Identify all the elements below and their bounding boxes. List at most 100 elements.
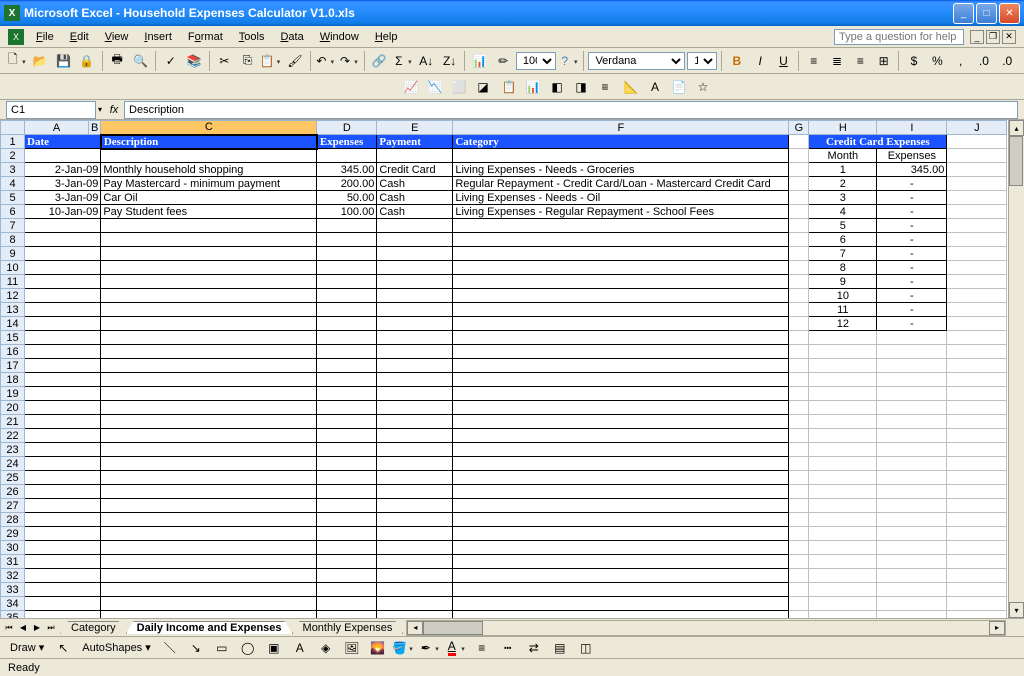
cell[interactable] <box>453 415 789 429</box>
cell[interactable] <box>789 583 809 597</box>
hyperlink-button[interactable]: 🔗 <box>369 50 390 72</box>
cell[interactable] <box>317 485 377 499</box>
cell[interactable] <box>947 401 1007 415</box>
cell-cat[interactable]: Living Expenses - Needs - Groceries <box>453 163 789 177</box>
cell[interactable] <box>25 401 101 415</box>
cell[interactable] <box>377 611 453 619</box>
cell[interactable] <box>453 345 789 359</box>
cell[interactable] <box>809 485 877 499</box>
cell[interactable] <box>947 233 1007 247</box>
cell[interactable] <box>317 527 377 541</box>
cell[interactable] <box>317 219 377 233</box>
col-header-I[interactable]: I <box>877 121 947 135</box>
cell[interactable] <box>789 499 809 513</box>
cell[interactable] <box>377 527 453 541</box>
cell[interactable] <box>789 555 809 569</box>
cell[interactable] <box>877 583 947 597</box>
cell[interactable] <box>317 233 377 247</box>
cell[interactable] <box>377 261 453 275</box>
side-month[interactable]: 7 <box>809 247 877 261</box>
cell[interactable] <box>809 597 877 611</box>
cell[interactable] <box>377 541 453 555</box>
cell[interactable] <box>877 387 947 401</box>
cell[interactable] <box>25 485 101 499</box>
cell[interactable] <box>377 331 453 345</box>
cell[interactable] <box>317 247 377 261</box>
cell[interactable] <box>947 387 1007 401</box>
cell[interactable] <box>101 275 317 289</box>
formula-bar[interactable]: Description <box>124 101 1018 119</box>
cell-pay[interactable]: Cash <box>377 205 453 219</box>
cell[interactable] <box>947 303 1007 317</box>
cell-date[interactable]: 3-Jan-09 <box>25 177 101 191</box>
cell-cat[interactable]: Living Expenses - Needs - Oil <box>453 191 789 205</box>
cell[interactable] <box>25 527 101 541</box>
currency-button[interactable]: $ <box>903 50 924 72</box>
cell[interactable] <box>377 429 453 443</box>
tool-icon-9[interactable]: ≡ <box>594 76 616 98</box>
side-value[interactable]: - <box>877 317 947 331</box>
new-button[interactable]: 🗋 <box>6 50 28 72</box>
cell[interactable] <box>789 247 809 261</box>
side-month[interactable]: 4 <box>809 205 877 219</box>
help-search-input[interactable] <box>834 29 964 45</box>
cell[interactable] <box>377 415 453 429</box>
cell[interactable] <box>101 513 317 527</box>
cell[interactable] <box>25 513 101 527</box>
cell[interactable] <box>877 485 947 499</box>
cell[interactable] <box>789 135 809 149</box>
copy-button[interactable]: ⎘ <box>237 50 258 72</box>
cell[interactable] <box>377 555 453 569</box>
cell[interactable] <box>947 485 1007 499</box>
cell[interactable] <box>947 499 1007 513</box>
sheet-tab[interactable]: Daily Income and Expenses <box>126 621 293 634</box>
scroll-up-icon[interactable]: ▴ <box>1009 120 1024 136</box>
sort-desc-button[interactable]: Z↓ <box>439 50 460 72</box>
cell[interactable] <box>789 541 809 555</box>
cell[interactable] <box>453 233 789 247</box>
scroll-left-icon[interactable]: ◂ <box>407 621 423 635</box>
cut-button[interactable]: ✂ <box>214 50 235 72</box>
cell[interactable] <box>377 443 453 457</box>
align-right-button[interactable]: ≡ <box>850 50 871 72</box>
zoom-select[interactable]: 100% <box>516 52 556 70</box>
cell[interactable] <box>877 429 947 443</box>
cell[interactable] <box>947 261 1007 275</box>
cell[interactable] <box>947 317 1007 331</box>
cell[interactable] <box>789 443 809 457</box>
minimize-button[interactable]: _ <box>953 3 974 24</box>
cell[interactable] <box>377 401 453 415</box>
row-header[interactable]: 14 <box>1 317 25 331</box>
cell[interactable] <box>789 233 809 247</box>
cell[interactable] <box>101 247 317 261</box>
cell[interactable] <box>377 345 453 359</box>
cell[interactable] <box>809 611 877 619</box>
merge-center-button[interactable]: ⊞ <box>873 50 894 72</box>
percent-button[interactable]: % <box>927 50 948 72</box>
col-header-C[interactable]: C <box>101 121 317 135</box>
cell-exp[interactable]: 345.00 <box>317 163 377 177</box>
cell[interactable] <box>25 303 101 317</box>
cell[interactable] <box>789 527 809 541</box>
tab-prev-icon[interactable]: ◀ <box>16 623 30 633</box>
cell[interactable] <box>809 387 877 401</box>
open-button[interactable]: 📂 <box>30 50 51 72</box>
cell-date[interactable]: 3-Jan-09 <box>25 191 101 205</box>
side-value[interactable]: - <box>877 233 947 247</box>
cell[interactable] <box>25 569 101 583</box>
cell[interactable] <box>877 569 947 583</box>
cell[interactable] <box>317 457 377 471</box>
cell[interactable] <box>877 345 947 359</box>
spelling-button[interactable]: ✓ <box>160 50 181 72</box>
cell[interactable] <box>947 415 1007 429</box>
cell[interactable] <box>25 233 101 247</box>
col-header-J[interactable]: J <box>947 121 1007 135</box>
row-header[interactable]: 24 <box>1 457 25 471</box>
tool-icon-7[interactable]: ◧ <box>546 76 568 98</box>
cell[interactable] <box>377 317 453 331</box>
cell[interactable] <box>101 401 317 415</box>
font-size-select[interactable]: 10 <box>687 52 717 70</box>
col-header-B[interactable]: B <box>89 121 101 135</box>
cell[interactable] <box>453 331 789 345</box>
cell-cat[interactable]: Regular Repayment - Credit Card/Loan - M… <box>453 177 789 191</box>
